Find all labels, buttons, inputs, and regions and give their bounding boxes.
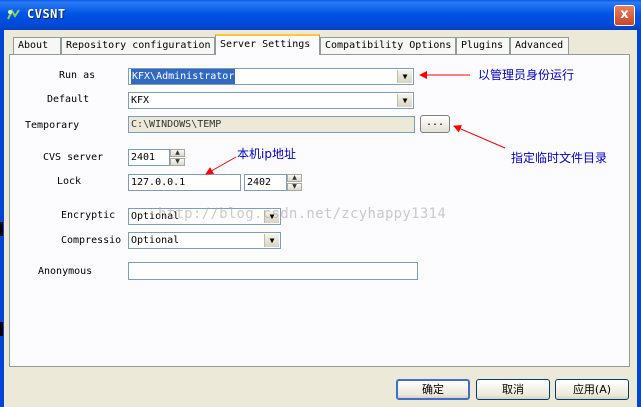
edge-fragment: [0, 322, 3, 336]
annotation-arrows: [205, 71, 506, 175]
arrow-temporary: [453, 125, 506, 149]
edge-fragment: [0, 222, 3, 236]
arrow-ip: [205, 156, 237, 175]
